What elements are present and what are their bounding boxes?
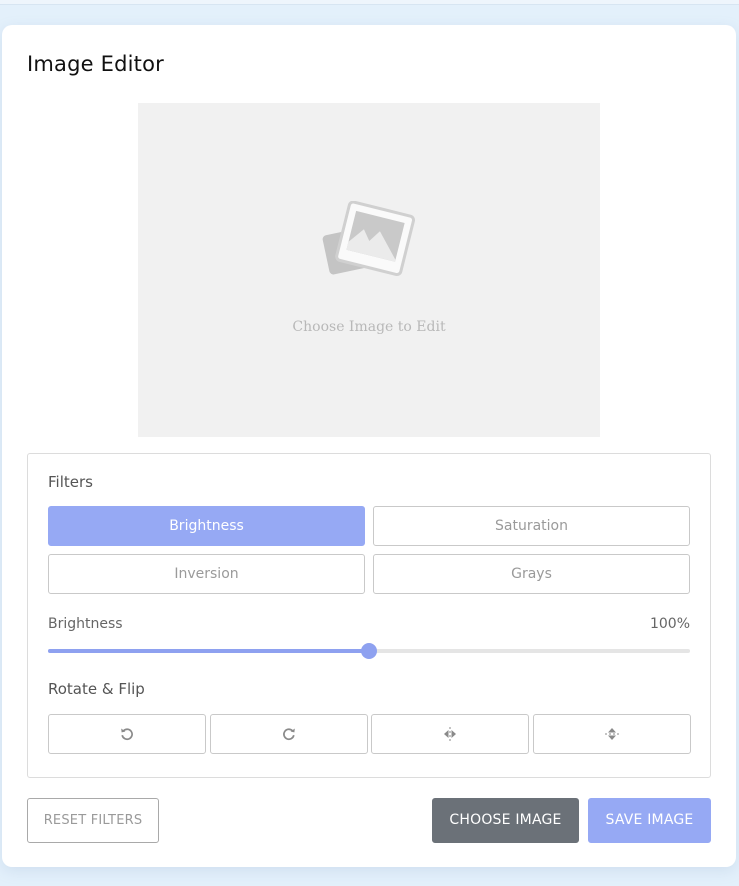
slider-knob[interactable] [361, 643, 377, 659]
slider-name: Brightness [48, 616, 123, 632]
rotate-flip-label: Rotate & Flip [48, 680, 145, 698]
save-image-button[interactable]: SAVE IMAGE [588, 798, 711, 843]
slider-value: 100% [649, 616, 690, 632]
filter-grays-button[interactable]: Grays [373, 554, 690, 594]
brightness-slider[interactable] [48, 643, 690, 659]
slider-fill [48, 649, 369, 653]
image-preview[interactable]: Choose Image to Edit [138, 103, 600, 437]
page-title: Image Editor [27, 52, 164, 76]
filter-inversion-button[interactable]: Inversion [48, 554, 365, 594]
filters-label: Filters [48, 473, 93, 491]
reset-filters-button[interactable]: RESET FILTERS [27, 798, 159, 843]
top-strip [0, 0, 739, 5]
flip-vertical-icon [605, 728, 619, 740]
filter-saturation-button[interactable]: Saturation [373, 506, 690, 546]
slider-info: Brightness 100% [48, 616, 690, 632]
rotate-right-button[interactable] [210, 714, 368, 754]
choose-image-button[interactable]: CHOOSE IMAGE [432, 798, 579, 843]
filter-brightness-button[interactable]: Brightness [48, 506, 365, 546]
preview-placeholder-text: Choose Image to Edit [292, 319, 446, 335]
image-placeholder-icon [322, 201, 416, 277]
rotate-left-icon [121, 728, 133, 741]
rotate-left-button[interactable] [48, 714, 206, 754]
flip-horizontal-icon [444, 727, 456, 741]
rotate-right-icon [283, 728, 295, 741]
editor-panel: Filters Brightness Saturation Inversion … [27, 453, 711, 778]
flip-vertical-button[interactable] [533, 714, 691, 754]
flip-horizontal-button[interactable] [371, 714, 529, 754]
editor-card: Image Editor Choose Image to Edit Filter… [2, 25, 736, 867]
